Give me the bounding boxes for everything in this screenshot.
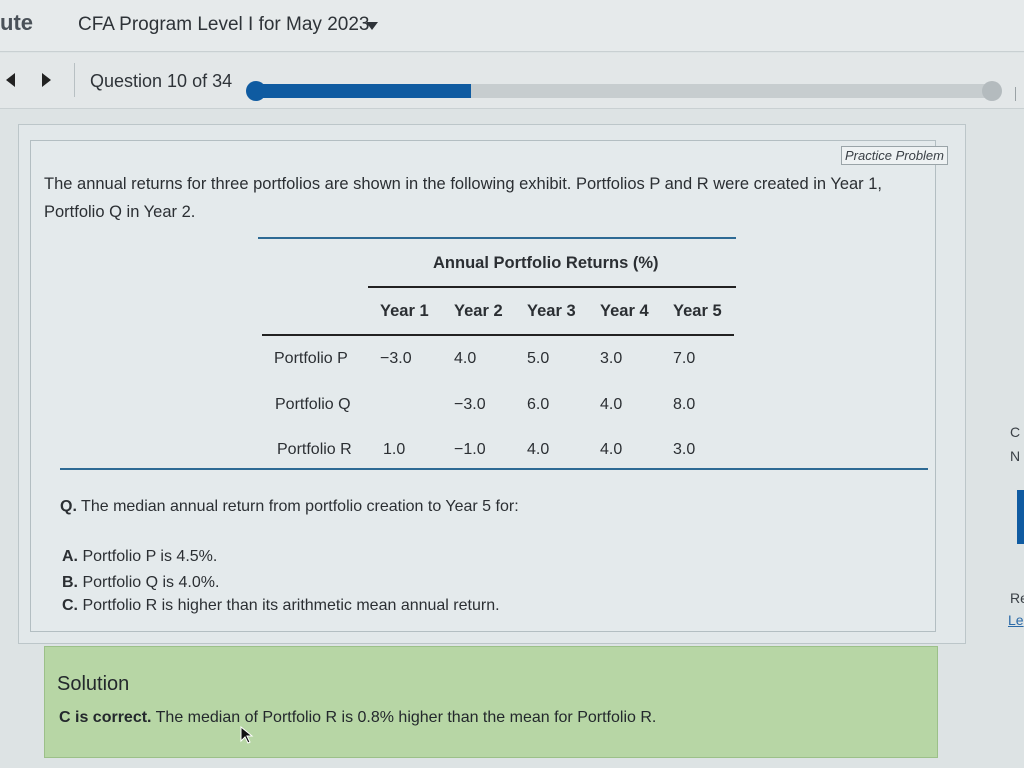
answer-option-b[interactable]: B. Portfolio Q is 4.0%. <box>62 574 219 592</box>
next-arrow-icon[interactable] <box>42 73 51 87</box>
scroll-edge <box>1015 87 1024 101</box>
practice-problem-label: Practice Problem <box>841 146 948 165</box>
edge-text: C <box>1010 424 1021 440</box>
option-letter: B. <box>62 574 78 591</box>
brand-logo-text: ute <box>0 10 33 35</box>
title-rule <box>368 286 736 288</box>
table-cell: 4.0 <box>527 441 550 458</box>
table-cell: 1.0 <box>383 441 406 458</box>
progress-start-knob <box>246 81 266 101</box>
answer-option-c[interactable]: C. Portfolio R is higher than its arithm… <box>62 597 500 615</box>
table-cell: −1.0 <box>454 441 486 458</box>
table-cell: −3.0 <box>454 396 486 413</box>
question-marker: Q. <box>60 498 77 515</box>
table-top-rule <box>258 237 736 239</box>
option-letter: A. <box>62 548 78 565</box>
course-selector[interactable]: CFA Program Level I for May 2023 <box>78 14 369 36</box>
option-text: Portfolio Q is 4.0%. <box>82 574 220 591</box>
mouse-pointer-icon <box>240 726 254 744</box>
previous-arrow-icon[interactable] <box>6 73 15 87</box>
row-label: Portfolio R <box>277 441 352 458</box>
answer-option-a[interactable]: A. Portfolio P is 4.5%. <box>62 548 217 566</box>
solution-heading: Solution <box>57 673 130 695</box>
solution-text: C is correct. The median of Portfolio R … <box>59 709 656 727</box>
column-header: Year 5 <box>673 302 722 320</box>
progress-bar-fill <box>252 84 472 98</box>
side-panel-tab[interactable] <box>1017 490 1024 544</box>
edge-text: N <box>1010 448 1021 464</box>
table-cell: 5.0 <box>527 350 550 367</box>
solution-verdict: C is correct. <box>59 709 152 726</box>
progress-end-knob <box>982 81 1002 101</box>
table-cell: 3.0 <box>600 350 623 367</box>
table-title: Annual Portfolio Returns (%) <box>433 254 659 272</box>
table-cell: 7.0 <box>673 350 696 367</box>
table-cell: 4.0 <box>600 441 623 458</box>
table-bottom-rule <box>60 468 928 470</box>
column-header: Year 4 <box>600 302 649 320</box>
option-text: Portfolio R is higher than its arithmeti… <box>82 597 500 614</box>
edge-text: Re <box>1010 590 1024 606</box>
table-cell: 4.0 <box>454 350 477 367</box>
table-cell: 3.0 <box>673 441 696 458</box>
progress-bar[interactable] <box>246 81 1002 101</box>
solution-explanation: The median of Portfolio R is 0.8% higher… <box>151 709 657 726</box>
column-header: Year 3 <box>527 302 576 320</box>
option-letter: C. <box>62 597 78 614</box>
question-counter: Question 10 of 34 <box>90 71 233 91</box>
option-text: Portfolio P is 4.5%. <box>82 548 218 565</box>
caret-down-icon[interactable] <box>366 22 378 30</box>
problem-intro: The annual returns for three portfolios … <box>44 175 883 221</box>
row-label: Portfolio Q <box>275 396 351 413</box>
top-header: ute CFA Program Level I for May 2023 <box>0 0 1024 52</box>
question-stem: Q. The median annual return from portfol… <box>60 498 519 516</box>
column-header: Year 1 <box>380 302 429 320</box>
divider <box>74 63 75 97</box>
table-cell: 6.0 <box>527 396 550 413</box>
table-cell: 8.0 <box>673 396 696 413</box>
question-text: The median annual return from portfolio … <box>81 498 519 515</box>
table-cell: 4.0 <box>600 396 623 413</box>
question-nav-bar: Question 10 of 34 <box>0 53 1024 109</box>
header-rule <box>262 334 734 336</box>
table-cell: −3.0 <box>380 350 412 367</box>
row-label: Portfolio P <box>274 350 348 367</box>
column-header: Year 2 <box>454 302 503 320</box>
solution-panel: Solution C is correct. The median of Por… <box>44 646 938 758</box>
edge-link[interactable]: Le <box>1008 612 1024 628</box>
